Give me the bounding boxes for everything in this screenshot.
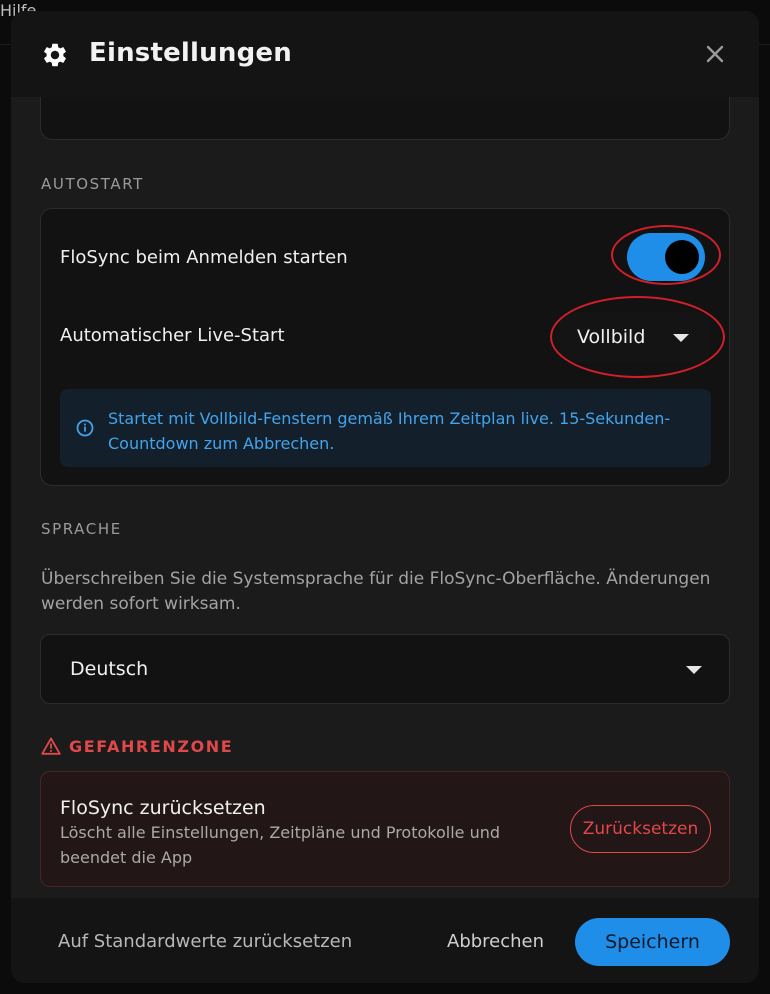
chevron-down-icon [686,666,702,674]
chevron-down-icon [673,334,689,342]
restore-defaults-button[interactable]: Auf Standardwerte zurücksetzen [58,931,352,952]
language-value: Deutsch [70,658,149,680]
language-select[interactable]: Deutsch [40,634,730,704]
login-start-label: FloSync beim Anmelden starten [60,247,348,268]
settings-dialog: Einstellungen AUTOSTART FloSync beim Anm… [11,11,759,983]
warning-icon [41,737,61,755]
dialog-title: Einstellungen [89,38,292,68]
live-start-label: Automatischer Live-Start [60,325,285,346]
login-start-toggle[interactable] [627,233,705,281]
autostart-section-title: AUTOSTART [41,175,144,193]
live-start-info: Startet mit Vollbild-Fenstern gemäß Ihre… [60,389,711,467]
save-button[interactable]: Speichern [575,918,730,966]
dialog-header: Einstellungen [11,11,759,97]
previous-section-card [40,97,730,140]
autostart-card: FloSync beim Anmelden starten Automatisc… [40,208,730,486]
language-section-title: SPRACHE [41,520,122,538]
dialog-footer: Auf Standardwerte zurücksetzen Abbrechen… [11,898,759,983]
toggle-knob [665,240,699,274]
cancel-button[interactable]: Abbrechen [447,931,544,952]
danger-zone-title: GEFAHRENZONE [41,737,233,756]
danger-zone-label: GEFAHRENZONE [69,737,234,756]
reset-title: FloSync zurücksetzen [60,797,266,819]
close-icon[interactable] [705,44,725,64]
language-description: Überschreiben Sie die Systemsprache für … [41,569,711,614]
gear-icon [44,43,66,67]
info-icon [76,419,94,437]
reset-button[interactable]: Zurücksetzen [570,805,711,853]
reset-description: Löscht alle Einstellungen, Zeitpläne und… [60,823,501,867]
live-start-select[interactable]: Vollbild [560,312,710,362]
live-start-value: Vollbild [577,326,646,348]
reset-card: FloSync zurücksetzen Löscht alle Einstel… [40,771,730,887]
info-text: Startet mit Vollbild-Fenstern gemäß Ihre… [108,409,671,453]
dialog-content[interactable]: AUTOSTART FloSync beim Anmelden starten … [11,97,759,898]
